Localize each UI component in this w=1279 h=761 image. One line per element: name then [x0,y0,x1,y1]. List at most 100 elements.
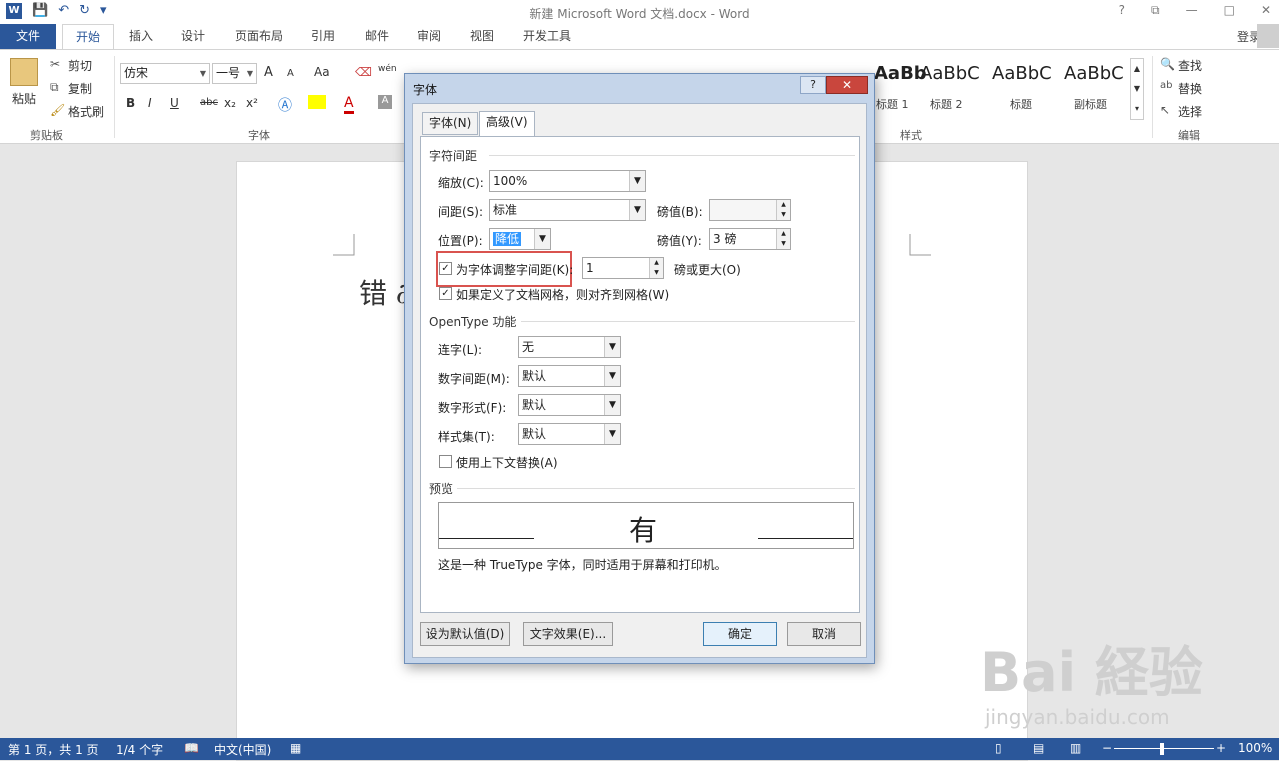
proofing-icon[interactable]: 📖 [184,741,199,755]
read-mode-icon[interactable]: ▯ [995,741,1002,755]
text-effects-button[interactable]: 文字效果(E)... [523,622,613,646]
underline-icon[interactable]: U [170,96,179,110]
language-status[interactable]: 中文(中国) [214,741,271,758]
help-icon[interactable]: ? [1119,3,1125,18]
change-case-icon[interactable]: Aa [314,65,330,79]
text-effects-icon[interactable]: Ⓐ [278,95,292,115]
snap-grid-checkbox[interactable]: ✓ [439,287,452,300]
tab-advanced[interactable]: 高级(V) [479,111,535,136]
font-color-icon[interactable]: A [344,95,354,114]
find-icon[interactable]: 🔍 [1160,57,1175,71]
zoom-level[interactable]: 100% [1238,741,1272,755]
web-layout-icon[interactable]: ▥ [1070,741,1081,755]
stylistic-dropdown[interactable]: 默认 ▼ [518,423,621,445]
tab-font[interactable]: 字体(N) [422,112,479,135]
chevron-down-icon[interactable]: ▼ [604,395,620,415]
tab-file[interactable]: 文件 [0,24,56,49]
zoom-slider[interactable] [1114,748,1214,749]
ok-button[interactable]: 确定 [703,622,777,646]
style-subtitle-sample[interactable]: AaBbC [1064,63,1124,84]
word-count[interactable]: 1/4 个字 [116,741,163,758]
macro-icon[interactable]: ▦ [290,741,301,755]
replace-button[interactable]: 替换 [1178,80,1202,97]
tab-home[interactable]: 开始 [62,24,114,49]
spin-up-icon[interactable]: ▲ [776,229,790,239]
phonetic-guide-icon[interactable]: wén [378,64,397,74]
scissors-icon[interactable]: ✂ [50,57,60,71]
tab-insert[interactable]: 插入 [120,24,162,49]
num-spacing-dropdown[interactable]: 默认 ▼ [518,365,621,387]
styles-scroll-icon[interactable]: ▲ ▼ ▾ [1130,58,1144,120]
char-shading-icon[interactable]: A [378,95,392,109]
tab-layout[interactable]: 页面布局 [226,24,292,49]
dialog-close-button[interactable]: ✕ [826,76,868,94]
tab-developer[interactable]: 开发工具 [514,24,580,49]
document-text[interactable]: 错 ∂ [359,272,410,312]
maximize-icon[interactable]: □ [1224,3,1235,18]
set-default-button[interactable]: 设为默认值(D) [420,622,510,646]
bold-icon[interactable]: B [126,96,135,110]
tab-view[interactable]: 视图 [461,24,503,49]
shrink-font-icon[interactable]: A [287,68,294,79]
dialog-help-button[interactable]: ? [800,76,826,94]
spacing-pt-spinner[interactable]: ▲ ▼ [709,199,791,221]
tab-references[interactable]: 引用 [302,24,344,49]
print-layout-icon[interactable]: ▤ [1033,741,1044,755]
zoom-slider-thumb[interactable] [1160,743,1164,755]
subscript-icon[interactable]: x₂ [224,96,236,110]
tab-design[interactable]: 设计 [172,24,214,49]
zoom-out-icon[interactable]: − [1102,741,1112,755]
spin-up-icon[interactable]: ▲ [649,258,663,268]
style-title-sample[interactable]: AaBbC [992,63,1052,84]
select-cursor-icon[interactable]: ↖ [1160,103,1170,117]
spin-down-icon[interactable]: ▼ [776,210,790,220]
highlight-icon[interactable] [308,95,326,109]
tab-review[interactable]: 审阅 [408,24,450,49]
replace-icon[interactable]: ab [1160,80,1172,91]
chevron-down-icon[interactable]: ▼ [604,337,620,357]
find-button[interactable]: 查找 [1178,57,1202,74]
minimize-icon[interactable]: — [1186,3,1198,18]
spin-down-icon[interactable]: ▼ [649,268,663,278]
close-icon[interactable]: ✕ [1261,3,1271,18]
page-count[interactable]: 第 1 页，共 1 页 [8,741,99,758]
italic-icon[interactable]: I [148,96,152,110]
chevron-down-icon[interactable]: ▼ [604,366,620,386]
copy-icon[interactable]: ⧉ [50,80,59,95]
select-button[interactable]: 选择 [1178,103,1202,120]
position-pt-spinner[interactable]: 3 磅 ▲ ▼ [709,228,791,250]
spin-down-icon[interactable]: ▼ [776,239,790,249]
style-heading2-sample[interactable]: AaBbC [920,63,980,84]
font-name-combo[interactable]: 仿宋 ▼ [120,63,210,84]
format-painter-icon[interactable]: 🖌 [50,103,65,117]
font-size-combo[interactable]: 一号 ▼ [212,63,257,84]
ligatures-dropdown[interactable]: 无 ▼ [518,336,621,358]
num-forms-dropdown[interactable]: 默认 ▼ [518,394,621,416]
cut-button[interactable]: 剪切 [68,57,92,74]
spacing-dropdown[interactable]: 标准 ▼ [489,199,646,221]
style-heading1-sample[interactable]: AaBb [874,63,927,84]
superscript-icon[interactable]: x² [246,96,258,110]
grow-font-icon[interactable]: A [264,65,273,80]
tab-mailings[interactable]: 邮件 [356,24,398,49]
strikethrough-icon[interactable]: abc [200,97,218,108]
copy-button[interactable]: 复制 [68,80,92,97]
kerning-spinner[interactable]: 1 ▲ ▼ [582,257,664,279]
spin-up-icon[interactable]: ▲ [776,200,790,210]
contextual-checkbox[interactable] [439,455,452,468]
chevron-down-icon[interactable]: ▼ [629,171,645,191]
paste-button[interactable]: 粘贴 [12,90,36,107]
chevron-down-icon[interactable]: ▼ [604,424,620,444]
kerning-checkbox[interactable]: ✓ [439,262,452,275]
cancel-button[interactable]: 取消 [787,622,861,646]
zoom-in-icon[interactable]: + [1216,741,1226,755]
scale-dropdown[interactable]: 100% ▼ [489,170,646,192]
ribbon-display-icon[interactable]: ⧉ [1151,3,1160,18]
avatar[interactable] [1257,24,1279,48]
format-painter-button[interactable]: 格式刷 [68,103,104,120]
clear-format-icon[interactable]: ⌫ [355,65,372,79]
position-dropdown[interactable]: 降低 ▼ [489,228,551,250]
chevron-down-icon[interactable]: ▼ [534,229,550,249]
paste-icon[interactable] [10,58,38,86]
chevron-down-icon[interactable]: ▼ [629,200,645,220]
